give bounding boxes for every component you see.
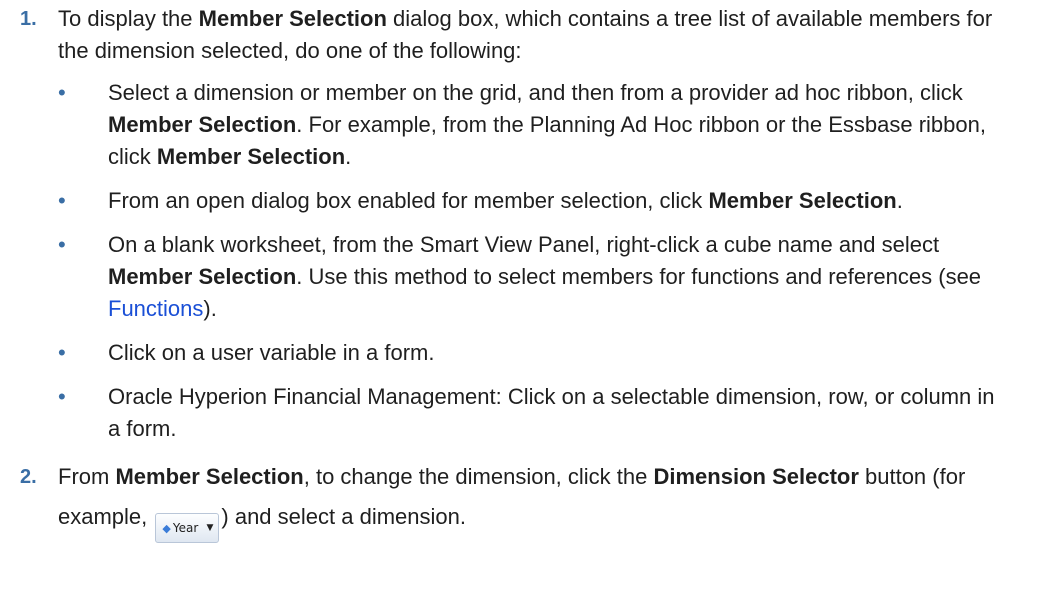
- bullet-icon: •: [58, 188, 66, 213]
- functions-link[interactable]: Functions: [108, 296, 203, 321]
- document-body: 1. To display the Member Selection dialo…: [0, 0, 1040, 543]
- list-item: • On a blank worksheet, from the Smart V…: [58, 229, 1020, 325]
- bullet-icon: •: [58, 232, 66, 257]
- intro-bold: Member Selection: [198, 6, 387, 31]
- bullet-icon: •: [58, 384, 66, 409]
- list-item: • Select a dimension or member on the gr…: [58, 77, 1020, 173]
- step-1-intro: To display the Member Selection dialog b…: [58, 3, 1020, 67]
- list-item: • From an open dialog box enabled for me…: [58, 185, 1020, 217]
- gem-icon: ◆: [162, 522, 171, 535]
- option-list: • Select a dimension or member on the gr…: [58, 77, 1020, 445]
- dimension-selector-button[interactable]: ◆ Year ▼: [155, 513, 220, 543]
- step-number: 1.: [20, 8, 37, 30]
- step-2-text: From Member Selection, to change the dim…: [58, 457, 1020, 543]
- step-2: 2. From Member Selection, to change the …: [0, 457, 1040, 543]
- list-item: • Oracle Hyperion Financial Management: …: [58, 381, 1020, 445]
- step-1: 1. To display the Member Selection dialo…: [0, 3, 1040, 445]
- bullet-icon: •: [58, 340, 66, 365]
- step-number: 2.: [20, 466, 37, 488]
- bullet-icon: •: [58, 80, 66, 105]
- dimension-selector-label: Year: [172, 521, 199, 535]
- chevron-down-icon: ▼: [206, 523, 214, 533]
- list-item: • Click on a user variable in a form.: [58, 337, 1020, 369]
- intro-text: To display the: [58, 6, 199, 31]
